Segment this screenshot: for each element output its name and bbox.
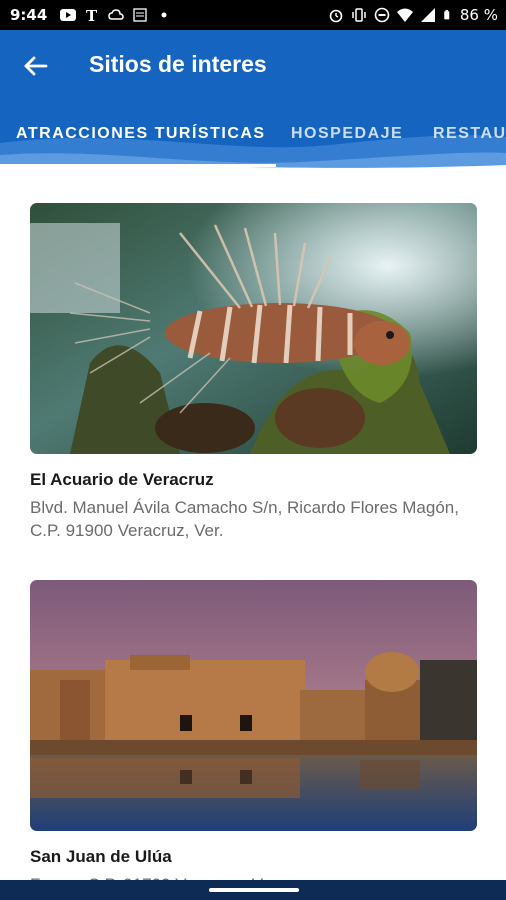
status-bar: 9:44 T 86 % — [0, 0, 506, 30]
youtube-icon — [60, 9, 76, 21]
system-nav-bar — [0, 880, 506, 900]
tab-hospedaje[interactable]: HOSPEDAJE — [291, 125, 403, 143]
nytimes-icon: T — [86, 7, 98, 23]
place-title: El Acuario de Veracruz — [30, 470, 214, 489]
places-list[interactable]: El Acuario de Veracruz Blvd. Manuel Ávil… — [0, 172, 506, 882]
news-icon — [133, 8, 147, 22]
vibrate-icon — [352, 8, 366, 22]
app-header: Sitios de interes ATRACCIONES TURÍSTICAS… — [0, 30, 506, 172]
status-notification-icons: T — [60, 7, 172, 23]
tab-restaurantes[interactable]: RESTAURANTES — [433, 125, 506, 143]
place-address: Blvd. Manuel Ávila Camacho S/n, Ricardo … — [30, 498, 459, 540]
back-arrow-icon[interactable] — [18, 48, 54, 84]
dot-icon — [161, 12, 167, 18]
home-gesture-handle[interactable] — [209, 888, 299, 892]
status-time: 9:44 — [10, 6, 48, 24]
status-system-icons: 86 % — [328, 6, 498, 24]
battery-icon — [444, 10, 450, 20]
cloud-icon — [108, 9, 124, 20]
svg-text:T: T — [86, 7, 98, 23]
tab-atracciones[interactable]: ATRACCIONES TURÍSTICAS — [16, 125, 266, 143]
signal-icon — [420, 8, 435, 22]
battery-percentage: 86 % — [459, 6, 498, 24]
alarm-icon — [329, 9, 343, 23]
place-image[interactable] — [30, 580, 477, 831]
place-image[interactable] — [30, 203, 477, 454]
place-title: San Juan de Ulúa — [30, 847, 172, 866]
place-card[interactable]: San Juan de Ulúa Fenea, C.P. 91700 Verac… — [30, 580, 477, 882]
page-title: Sitios de interes — [89, 51, 267, 77]
tab-bar: ATRACCIONES TURÍSTICAS HOSPEDAJE RESTAUR… — [0, 122, 506, 162]
active-tab-indicator — [0, 164, 276, 167]
wifi-icon — [396, 8, 413, 22]
place-card[interactable]: El Acuario de Veracruz Blvd. Manuel Ávil… — [30, 203, 477, 542]
dnd-icon — [374, 7, 390, 23]
